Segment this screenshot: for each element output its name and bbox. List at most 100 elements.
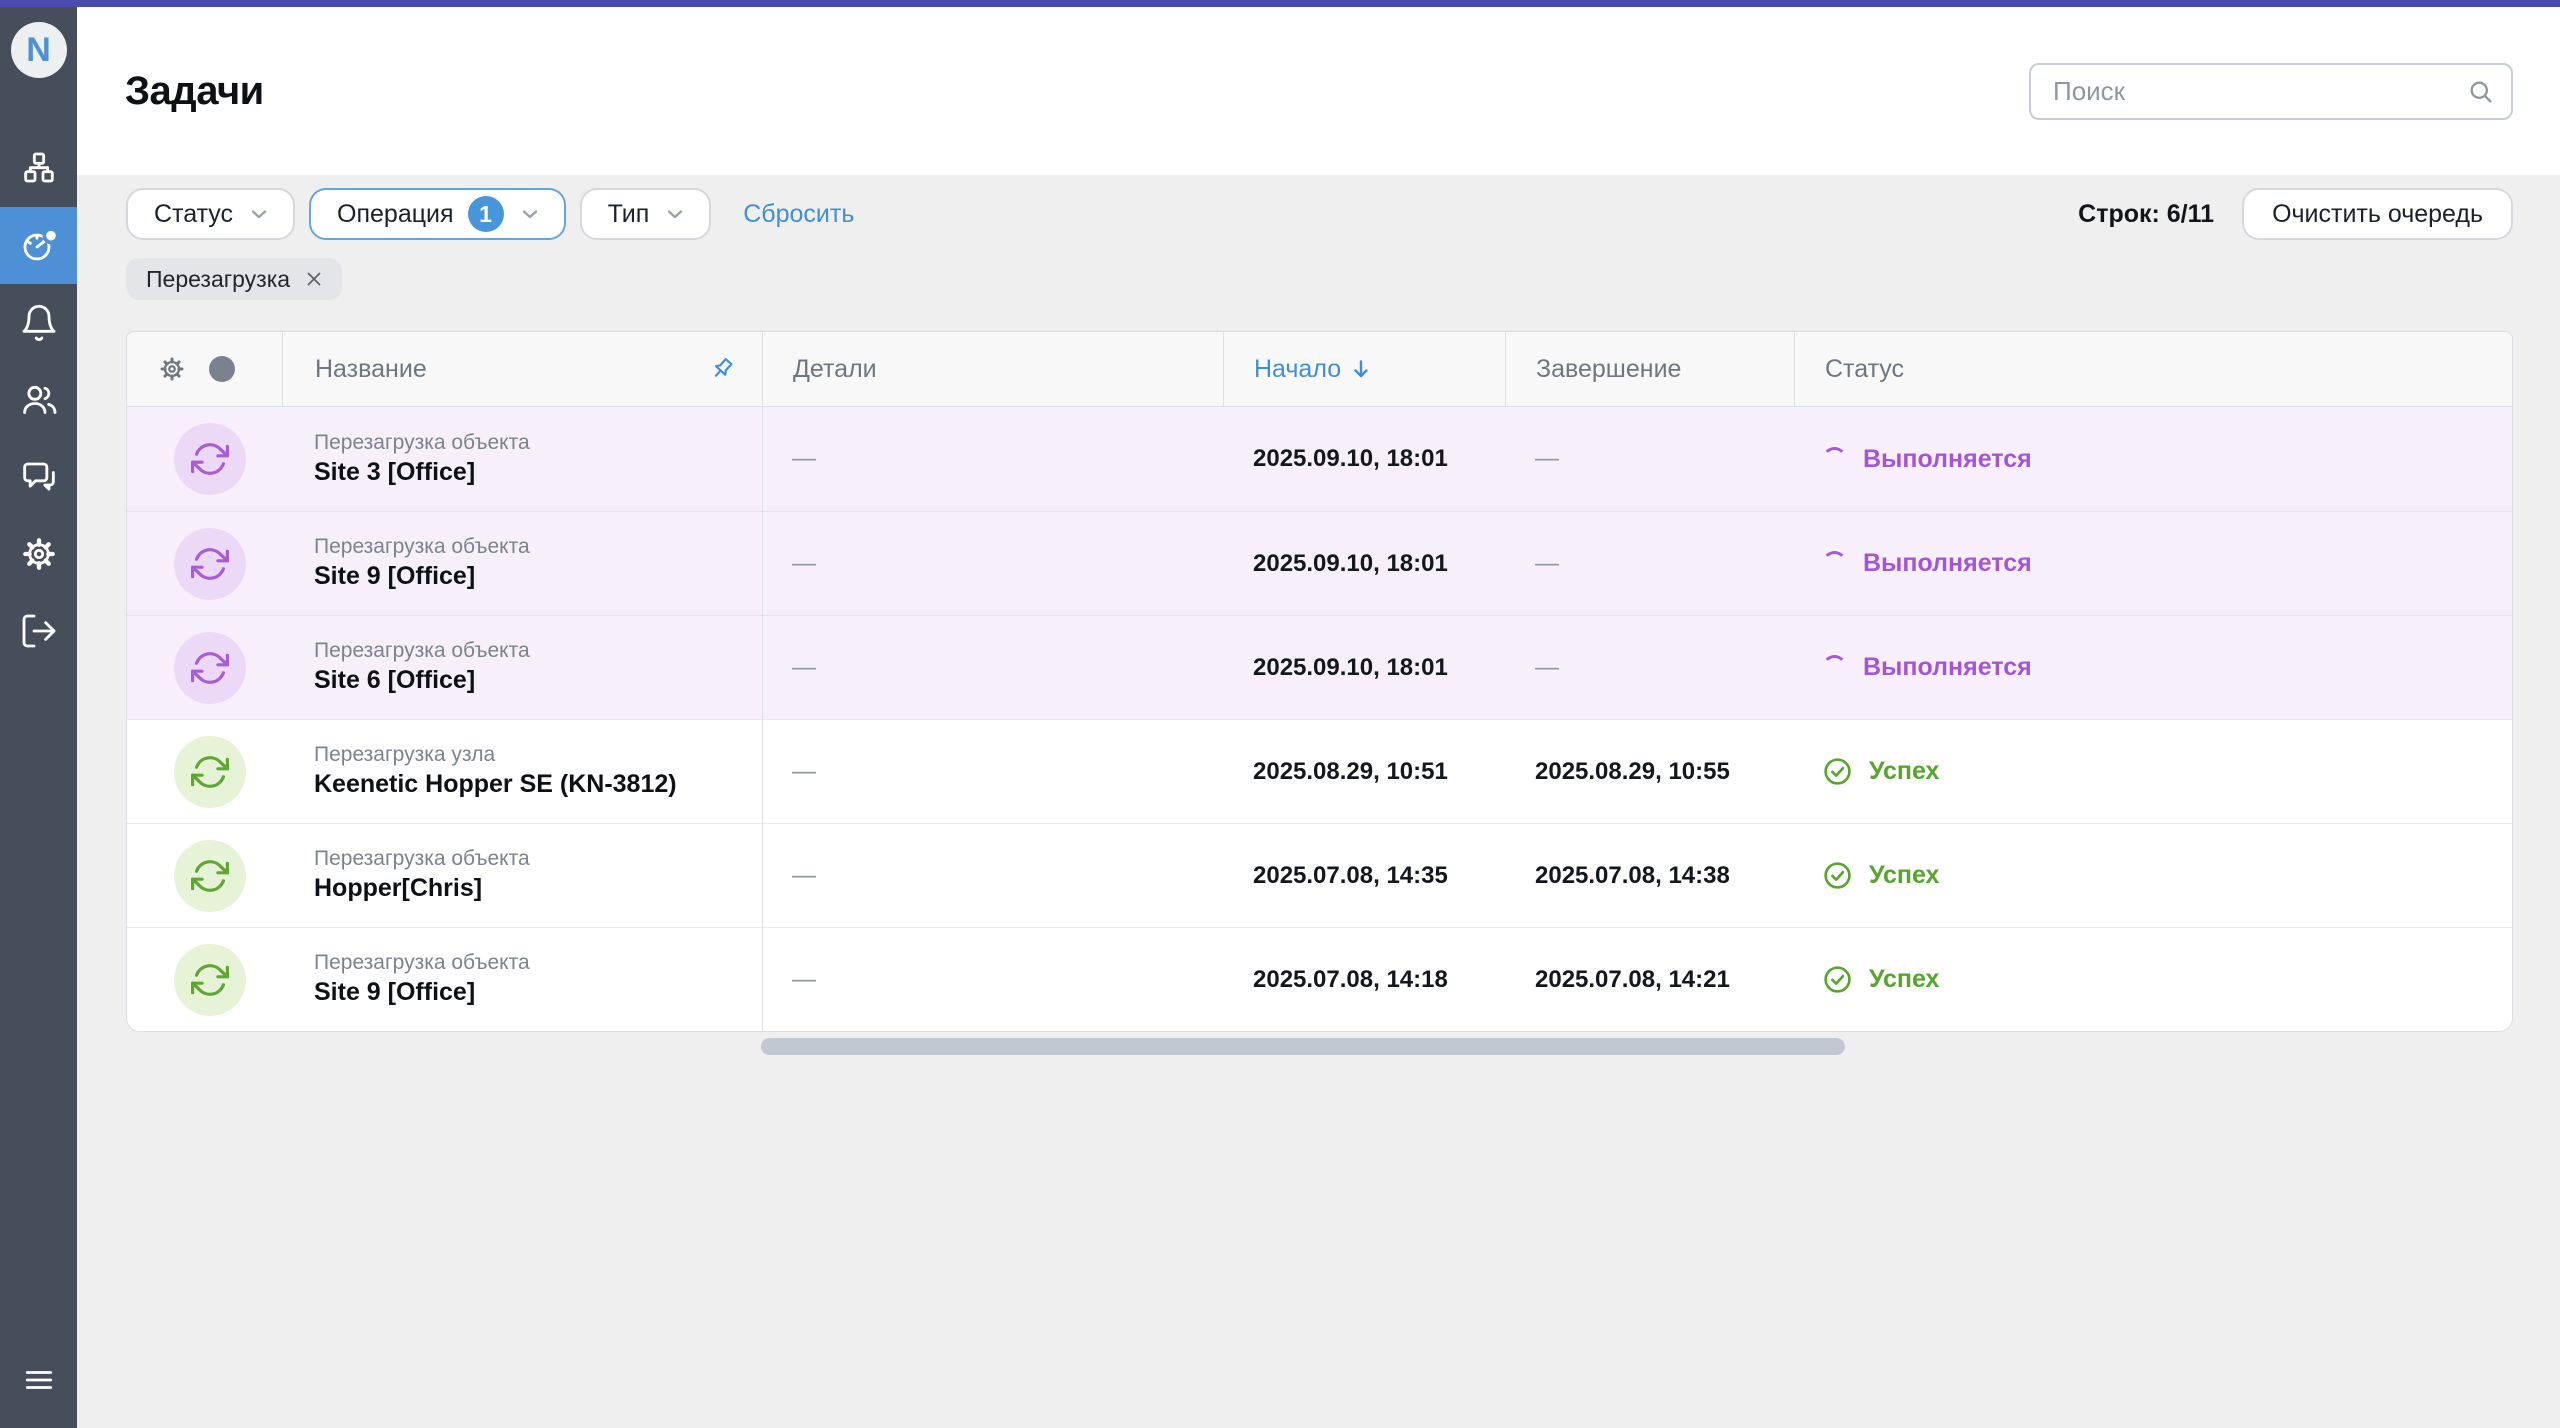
column-header-status[interactable]: Статус	[1794, 332, 2512, 406]
status-filter-label: Статус	[154, 200, 233, 229]
sidebar-item-notifications[interactable]	[0, 284, 77, 361]
table-header: Название Детали На	[127, 332, 2512, 407]
task-details: —	[792, 862, 816, 890]
task-operation-type: Перезагрузка объекта	[314, 848, 530, 869]
task-start: 2025.07.08, 14:35	[1253, 862, 1448, 890]
task-start: 2025.09.10, 18:01	[1253, 445, 1448, 473]
sidebar-nav	[0, 130, 77, 669]
search-icon[interactable]	[2467, 78, 2495, 106]
task-target-name: Site 9 [Office]	[314, 979, 475, 1007]
menu-toggle[interactable]	[0, 1341, 77, 1418]
tasks-table: Название Детали На	[126, 331, 2513, 1032]
app-logo[interactable]: N	[11, 22, 67, 78]
reboot-icon	[191, 545, 229, 583]
app-logo-letter: N	[26, 33, 51, 67]
chip-remove-icon[interactable]	[302, 267, 326, 291]
running-spinner-icon	[1822, 551, 1847, 576]
task-avatar	[174, 423, 246, 495]
task-details: —	[792, 758, 816, 786]
column-header-details[interactable]: Детали	[762, 332, 1223, 406]
status-filter-button[interactable]: Статус	[126, 188, 295, 240]
filter-chip-reboot[interactable]: Перезагрузка	[126, 258, 342, 300]
column-header-start-label: Начало	[1254, 355, 1341, 384]
sidebar-item-settings[interactable]	[0, 515, 77, 592]
task-avatar	[174, 944, 246, 1016]
type-filter-button[interactable]: Тип	[580, 188, 712, 240]
running-spinner-icon	[1822, 655, 1847, 680]
task-status: Успех	[1869, 965, 1939, 994]
column-settings-header	[127, 332, 282, 406]
clear-queue-button[interactable]: Очистить очередь	[2242, 188, 2513, 240]
chevron-down-icon	[247, 202, 271, 226]
task-target-name: Site 3 [Office]	[314, 459, 475, 487]
rows-counter: Строк: 6/11	[2078, 200, 2214, 229]
table-settings-gear-icon[interactable]	[157, 354, 187, 384]
operation-filter-button[interactable]: Операция 1	[309, 188, 566, 240]
task-operation-type: Перезагрузка объекта	[314, 952, 530, 973]
reboot-icon	[191, 649, 229, 687]
column-header-name-label: Название	[315, 355, 427, 384]
search-input[interactable]	[2029, 63, 2513, 120]
reboot-icon	[191, 753, 229, 791]
column-header-finish[interactable]: Завершение	[1505, 332, 1794, 406]
task-avatar	[174, 736, 246, 808]
task-status: Успех	[1869, 757, 1939, 786]
task-details: —	[792, 445, 816, 473]
reboot-icon	[191, 440, 229, 478]
operation-filter-label: Операция	[337, 200, 454, 229]
sort-desc-arrow-icon	[1349, 357, 1373, 381]
task-details: —	[792, 654, 816, 682]
sidebar-item-dashboard[interactable]	[0, 207, 77, 284]
chevron-down-icon	[663, 202, 687, 226]
table-row[interactable]: Перезагрузка узла Keenetic Hopper SE (KN…	[127, 719, 2512, 823]
table-row[interactable]: Перезагрузка объекта Site 9 [Office] — 2…	[127, 927, 2512, 1031]
active-filters-row: Перезагрузка	[126, 258, 2513, 300]
app-window: N	[0, 0, 2560, 1428]
task-finish: 2025.07.08, 14:21	[1535, 966, 1730, 994]
content-area: Статус Операция 1 Тип Сбросить	[77, 175, 2560, 1428]
task-finish: —	[1535, 550, 1559, 578]
table-row[interactable]: Перезагрузка объекта Site 6 [Office] — 2…	[127, 615, 2512, 719]
table-row[interactable]: Перезагрузка объекта Site 9 [Office] — 2…	[127, 511, 2512, 615]
task-details: —	[792, 550, 816, 578]
table-row[interactable]: Перезагрузка объекта Hopper[Chris] — 202…	[127, 823, 2512, 927]
sidebar-item-users[interactable]	[0, 361, 77, 438]
task-start: 2025.08.29, 10:51	[1253, 758, 1448, 786]
task-finish: —	[1535, 445, 1559, 473]
table-body: Перезагрузка объекта Site 3 [Office] — 2…	[127, 407, 2512, 1031]
page-title: Задачи	[125, 69, 264, 114]
task-target-name: Keenetic Hopper SE (KN-3812)	[314, 771, 677, 799]
task-operation-type: Перезагрузка объекта	[314, 640, 530, 661]
sidebar-item-support-chat[interactable]	[0, 438, 77, 515]
horizontal-scrollbar[interactable]	[761, 1038, 1845, 1055]
task-status: Выполняется	[1863, 445, 2032, 474]
task-finish: 2025.07.08, 14:38	[1535, 862, 1730, 890]
type-filter-label: Тип	[608, 200, 650, 229]
success-check-icon	[1822, 860, 1853, 891]
reset-filters-link[interactable]: Сбросить	[743, 200, 854, 229]
column-header-details-label: Детали	[793, 355, 877, 384]
reboot-icon	[191, 857, 229, 895]
selection-dot-icon	[209, 356, 235, 382]
top-accent-bar	[0, 0, 2560, 7]
sitemap-icon	[19, 149, 59, 189]
main-area: Задачи Статус	[77, 7, 2560, 1428]
task-target-name: Site 9 [Office]	[314, 563, 475, 591]
task-start: 2025.09.10, 18:01	[1253, 654, 1448, 682]
sidebar-item-network[interactable]	[0, 130, 77, 207]
sidebar: N	[0, 7, 77, 1428]
sidebar-item-logout[interactable]	[0, 592, 77, 669]
task-status: Выполняется	[1863, 549, 2032, 578]
task-operation-type: Перезагрузка узла	[314, 744, 495, 765]
column-header-name[interactable]: Название	[282, 332, 762, 406]
task-finish: —	[1535, 654, 1559, 682]
column-header-start[interactable]: Начало	[1223, 332, 1505, 406]
task-start: 2025.07.08, 14:18	[1253, 966, 1448, 994]
pin-icon[interactable]	[708, 355, 736, 383]
search-box	[2029, 63, 2513, 120]
operation-filter-badge: 1	[468, 196, 504, 232]
column-header-finish-label: Завершение	[1536, 355, 1681, 384]
filter-bar: Статус Операция 1 Тип Сбросить	[126, 188, 2513, 240]
table-row[interactable]: Перезагрузка объекта Site 3 [Office] — 2…	[127, 407, 2512, 511]
task-status: Выполняется	[1863, 653, 2032, 682]
